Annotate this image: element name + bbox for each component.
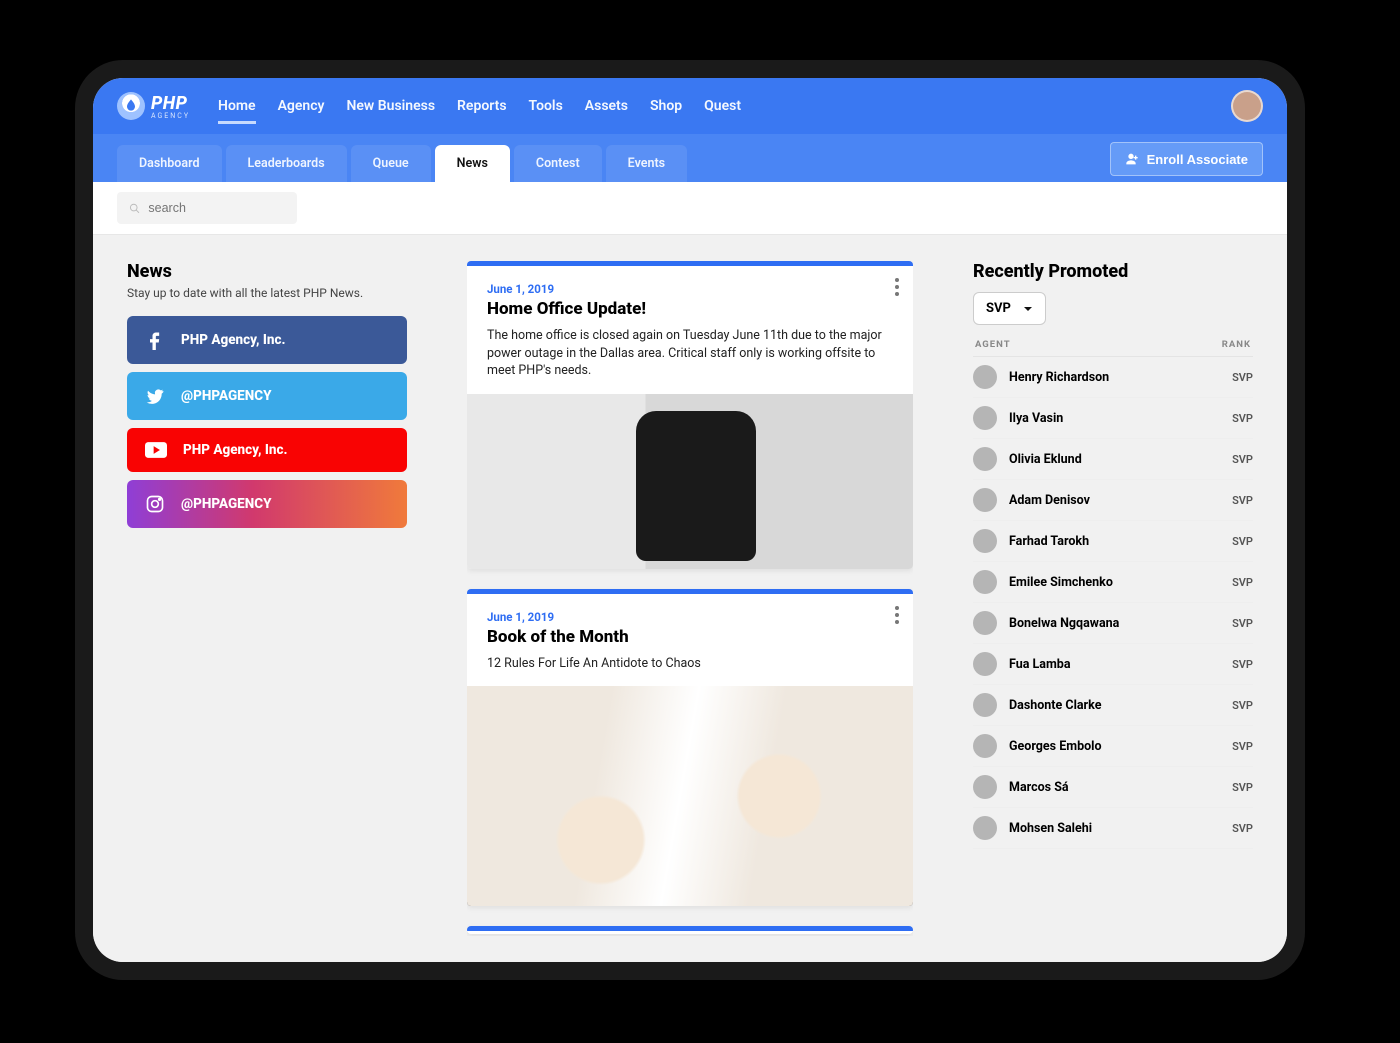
- subtab-queue[interactable]: Queue: [351, 145, 431, 182]
- promoted-sidebar: Recently Promoted SVP AGENT RANK Henry R…: [973, 261, 1253, 936]
- subtab-leaderboards[interactable]: Leaderboards: [226, 145, 347, 182]
- avatar: [973, 529, 997, 553]
- avatar: [973, 734, 997, 758]
- rank-selected: SVP: [986, 301, 1011, 316]
- avatar: [973, 775, 997, 799]
- card-title: Home Office Update!: [487, 299, 893, 319]
- avatar: [973, 406, 997, 430]
- avatar: [973, 570, 997, 594]
- search-icon: [129, 202, 140, 215]
- agent-row[interactable]: Olivia EklundSVP: [973, 439, 1253, 480]
- agent-row[interactable]: Mohsen SalehiSVP: [973, 808, 1253, 849]
- subtab-dashboard[interactable]: Dashboard: [117, 145, 222, 182]
- social-facebook[interactable]: PHP Agency, Inc.: [127, 316, 407, 364]
- news-heading: News: [127, 261, 407, 282]
- nav-tools[interactable]: Tools: [529, 80, 563, 132]
- card-date: June 1, 2019: [487, 610, 893, 624]
- subtab-news[interactable]: News: [435, 145, 510, 182]
- facebook-icon: [145, 330, 165, 350]
- col-rank: RANK: [1222, 339, 1251, 350]
- search-box[interactable]: [117, 192, 297, 224]
- agent-row[interactable]: Marcos SáSVP: [973, 767, 1253, 808]
- agent-row[interactable]: Adam DenisovSVP: [973, 480, 1253, 521]
- agent-row[interactable]: Ilya VasinSVP: [973, 398, 1253, 439]
- social-label: @PHPAGENCY: [181, 388, 272, 404]
- flame-icon: [117, 92, 145, 120]
- news-card: June 1, 2019 Home Office Update! The hom…: [467, 261, 913, 569]
- agent-row[interactable]: Henry RichardsonSVP: [973, 357, 1253, 398]
- agent-row[interactable]: Georges EmboloSVP: [973, 726, 1253, 767]
- avatar: [973, 447, 997, 471]
- caret-down-icon: [1023, 304, 1033, 314]
- nav-new-business[interactable]: New Business: [346, 80, 435, 132]
- agent-row[interactable]: Bonelwa NgqawanaSVP: [973, 603, 1253, 644]
- avatar: [973, 365, 997, 389]
- card-more-menu[interactable]: [895, 278, 899, 296]
- card-title: Book of the Month: [487, 627, 893, 647]
- social-label: @PHPAGENCY: [181, 496, 272, 512]
- agent-row[interactable]: Fua LambaSVP: [973, 644, 1253, 685]
- user-plus-icon: [1125, 151, 1141, 167]
- col-agent: AGENT: [975, 339, 1011, 350]
- card-date: June 1, 2019: [487, 282, 893, 296]
- avatar: [973, 693, 997, 717]
- news-card: June 1, 2019 Book of the Month 12 Rules …: [467, 589, 913, 907]
- card-more-menu[interactable]: [895, 606, 899, 624]
- social-instagram[interactable]: @PHPAGENCY: [127, 480, 407, 528]
- sub-nav: Dashboard Leaderboards Queue News Contes…: [93, 134, 1287, 182]
- card-description: The home office is closed again on Tuesd…: [487, 327, 893, 380]
- promoted-heading: Recently Promoted: [973, 261, 1253, 282]
- avatar: [973, 652, 997, 676]
- avatar: [973, 488, 997, 512]
- brand-name: PHP: [151, 93, 187, 114]
- search-input[interactable]: [148, 201, 285, 215]
- youtube-icon: [145, 442, 167, 458]
- agent-row[interactable]: Farhad TarokhSVP: [973, 521, 1253, 562]
- news-feed: June 1, 2019 Home Office Update! The hom…: [467, 261, 913, 936]
- nav-shop[interactable]: Shop: [650, 80, 682, 132]
- tablet-frame: PHP AGENCY Home Agency New Business Repo…: [75, 60, 1305, 980]
- agent-list: Henry RichardsonSVP Ilya VasinSVP Olivia…: [973, 357, 1253, 849]
- subtab-events[interactable]: Events: [606, 145, 687, 182]
- news-subtitle: Stay up to date with all the latest PHP …: [127, 286, 407, 300]
- app-screen: PHP AGENCY Home Agency New Business Repo…: [93, 78, 1287, 962]
- card-image: [467, 394, 913, 569]
- agent-row[interactable]: Dashonte ClarkeSVP: [973, 685, 1253, 726]
- subtab-contest[interactable]: Contest: [514, 145, 602, 182]
- instagram-icon: [145, 494, 165, 514]
- main-nav: Home Agency New Business Reports Tools A…: [218, 80, 741, 132]
- card-description: 12 Rules For Life An Antidote to Chaos: [487, 655, 893, 673]
- news-sidebar: News Stay up to date with all the latest…: [127, 261, 407, 936]
- news-card: [467, 926, 913, 934]
- enroll-label: Enroll Associate: [1147, 152, 1248, 167]
- twitter-icon: [145, 386, 165, 406]
- social-youtube[interactable]: PHP Agency, Inc.: [127, 428, 407, 472]
- top-bar: PHP AGENCY Home Agency New Business Repo…: [93, 78, 1287, 134]
- avatar: [973, 611, 997, 635]
- nav-assets[interactable]: Assets: [585, 80, 628, 132]
- avatar: [973, 816, 997, 840]
- content-grid: News Stay up to date with all the latest…: [93, 235, 1287, 962]
- card-image: [467, 686, 913, 906]
- search-strip: [93, 182, 1287, 235]
- brand-logo[interactable]: PHP AGENCY: [117, 92, 190, 120]
- nav-home[interactable]: Home: [218, 80, 256, 132]
- agent-row[interactable]: Emilee SimchenkoSVP: [973, 562, 1253, 603]
- social-twitter[interactable]: @PHPAGENCY: [127, 372, 407, 420]
- social-label: PHP Agency, Inc.: [183, 442, 288, 458]
- rank-select[interactable]: SVP: [973, 292, 1046, 325]
- nav-reports[interactable]: Reports: [457, 80, 507, 132]
- nav-agency[interactable]: Agency: [278, 80, 325, 132]
- enroll-associate-button[interactable]: Enroll Associate: [1110, 142, 1263, 176]
- user-avatar[interactable]: [1231, 90, 1263, 122]
- brand-sub: AGENCY: [151, 112, 190, 120]
- agent-table-header: AGENT RANK: [973, 339, 1253, 357]
- social-label: PHP Agency, Inc.: [181, 332, 286, 348]
- nav-quest[interactable]: Quest: [704, 80, 741, 132]
